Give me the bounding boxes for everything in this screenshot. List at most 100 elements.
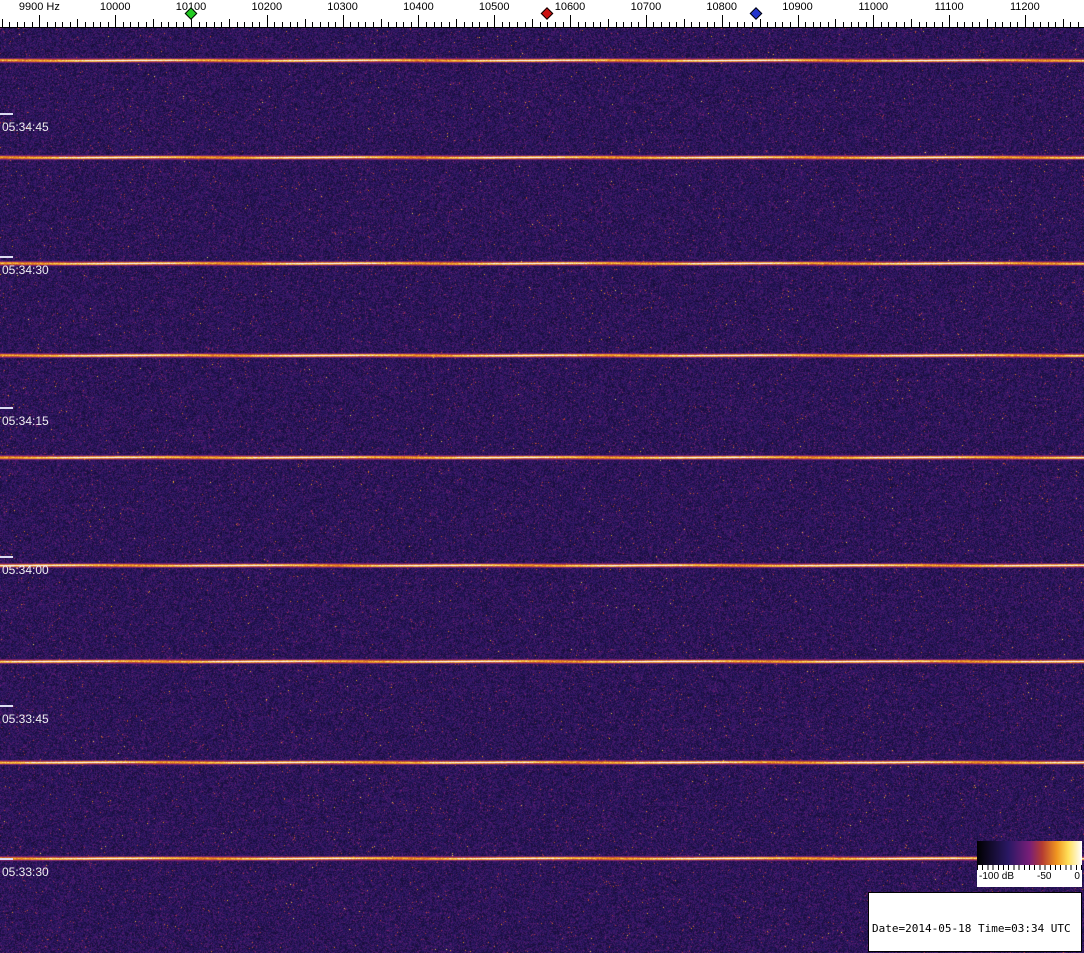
freq-tick-label: 10000 <box>100 1 131 13</box>
freq-tick-label: 10900 <box>782 1 813 13</box>
ruler-tick <box>1078 22 1079 27</box>
time-tick <box>0 858 13 860</box>
time-tick <box>0 556 13 558</box>
time-label-text: 05:34:45 <box>2 120 49 134</box>
ruler-tick <box>805 22 806 27</box>
ruler-tick <box>1055 22 1056 27</box>
colorbar-label-min: -100 dB <box>979 871 1014 882</box>
ruler-tick <box>1040 22 1041 27</box>
ruler-tick <box>335 22 336 27</box>
freq-tick-label: 11100 <box>935 1 964 13</box>
ruler-tick <box>881 22 882 27</box>
ruler-tick <box>456 19 457 27</box>
ruler-tick <box>343 15 344 27</box>
ruler-tick <box>888 22 889 27</box>
ruler-tick <box>1017 22 1018 27</box>
ruler-tick <box>942 22 943 27</box>
ruler-tick <box>85 22 86 27</box>
ruler-tick <box>39 15 40 27</box>
frequency-ruler[interactable]: 9900 Hz100001010010200103001040010500106… <box>0 0 1084 28</box>
ruler-tick <box>653 22 654 27</box>
ruler-tick <box>411 22 412 27</box>
ruler-tick <box>168 22 169 27</box>
ruler-tick <box>525 22 526 27</box>
time-label-text: 05:33:45 <box>2 712 49 726</box>
ruler-tick <box>206 22 207 27</box>
freq-tick-label: 10800 <box>706 1 737 13</box>
ruler-tick <box>403 22 404 27</box>
ruler-tick <box>365 22 366 27</box>
ruler-tick <box>616 22 617 27</box>
ruler-tick <box>926 22 927 27</box>
ruler-tick <box>388 22 389 27</box>
ruler-tick <box>1033 22 1034 27</box>
ruler-tick <box>782 22 783 27</box>
ruler-tick <box>851 22 852 27</box>
frequency-marker-red-icon[interactable] <box>541 7 554 20</box>
freq-tick-label: 10700 <box>631 1 662 13</box>
time-label: 05:34:30 <box>2 264 49 276</box>
ruler-tick <box>199 22 200 27</box>
frequency-marker-blue-icon[interactable] <box>749 7 762 20</box>
ruler-tick <box>221 22 222 27</box>
ruler-tick <box>418 15 419 27</box>
ruler-tick <box>17 22 18 27</box>
ruler-tick <box>532 19 533 27</box>
waterfall-display[interactable] <box>0 28 1084 953</box>
colorbar-label-max: 0 <box>1074 871 1080 882</box>
ruler-tick <box>873 15 874 27</box>
ruler-tick <box>1010 22 1011 27</box>
freq-tick-label: 11200 <box>1010 1 1040 13</box>
ruler-tick <box>108 22 109 27</box>
time-label: 05:34:00 <box>2 564 49 576</box>
ruler-tick <box>729 22 730 27</box>
ruler-tick <box>183 22 184 27</box>
ruler-tick <box>130 22 131 27</box>
ruler-tick <box>115 15 116 27</box>
ruler-tick <box>290 22 291 27</box>
ruler-tick <box>123 22 124 27</box>
ruler-tick <box>934 22 935 27</box>
ruler-tick <box>843 22 844 27</box>
colorbar-label-mid: -50 <box>1037 871 1051 882</box>
time-label-text: 05:34:00 <box>2 563 49 577</box>
ruler-tick <box>866 22 867 27</box>
ruler-tick <box>737 22 738 27</box>
ruler-tick <box>669 22 670 27</box>
ruler-tick <box>9 22 10 27</box>
ruler-tick <box>547 22 548 27</box>
ruler-tick <box>320 22 321 27</box>
ruler-tick <box>896 22 897 27</box>
colorbar-gradient <box>977 841 1082 865</box>
ruler-tick <box>798 15 799 27</box>
ruler-tick <box>593 22 594 27</box>
ruler-tick <box>722 15 723 27</box>
freq-tick-label: 10500 <box>479 1 510 13</box>
ruler-tick <box>972 22 973 27</box>
ruler-tick <box>699 22 700 27</box>
ruler-tick <box>214 22 215 27</box>
ruler-tick <box>282 22 283 27</box>
time-tick <box>0 113 13 115</box>
ruler-tick <box>70 22 71 27</box>
ruler-tick <box>274 22 275 27</box>
colorbar-labels: -100 dB -50 0 <box>977 870 1082 882</box>
ruler-tick <box>396 22 397 27</box>
ruler-tick <box>472 22 473 27</box>
freq-tick-label: 11000 <box>858 1 888 13</box>
ruler-tick <box>760 19 761 27</box>
ruler-tick <box>259 22 260 27</box>
time-tick <box>0 705 13 707</box>
ruler-tick <box>267 15 268 27</box>
ruler-tick <box>1048 22 1049 27</box>
ruler-tick <box>426 22 427 27</box>
ruler-tick <box>449 22 450 27</box>
ruler-tick <box>62 22 63 27</box>
time-label-text: 05:34:30 <box>2 263 49 277</box>
ruler-tick <box>904 22 905 27</box>
time-label-text: 05:34:15 <box>2 414 49 428</box>
ruler-tick <box>608 19 609 27</box>
freq-tick-label: 10600 <box>555 1 586 13</box>
colorbar-scale: -100 dB -50 0 <box>977 865 1082 887</box>
ruler-tick <box>979 22 980 27</box>
